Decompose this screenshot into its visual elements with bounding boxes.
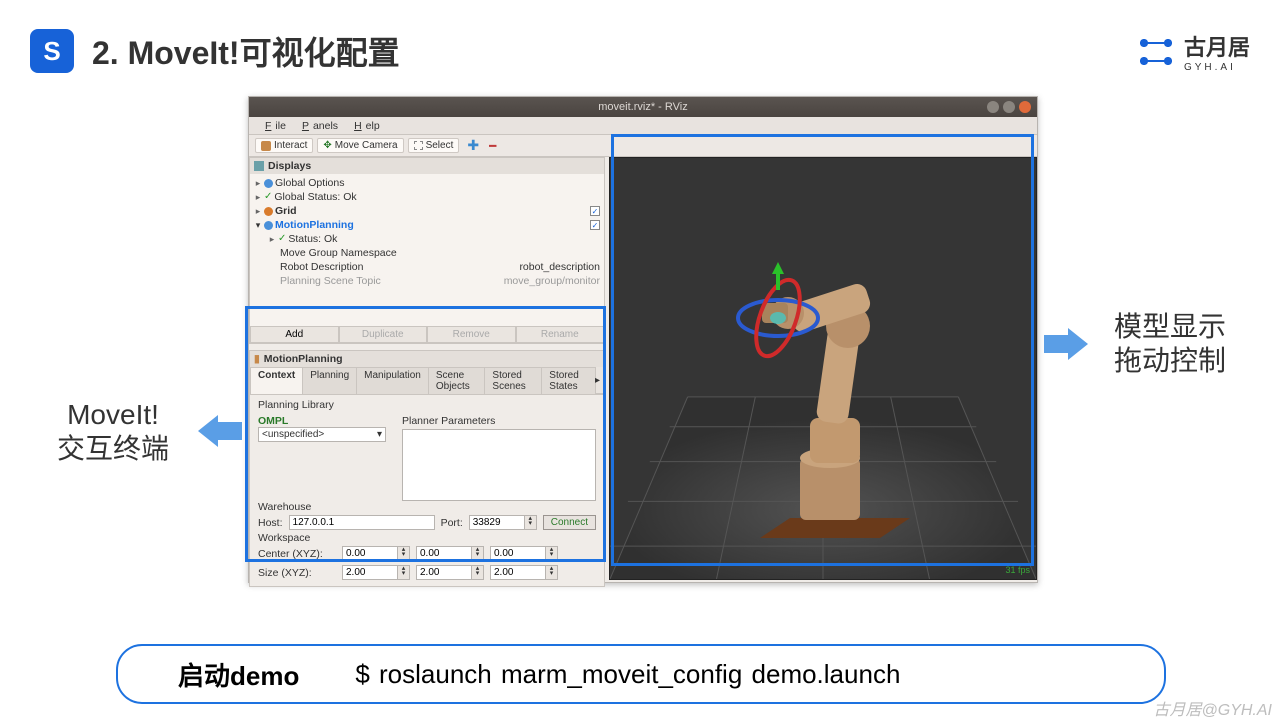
tab-scene-objects[interactable]: Scene Objects bbox=[428, 367, 486, 394]
remove-tool-icon[interactable]: ━ bbox=[487, 139, 498, 153]
motionplanning-checkbox[interactable]: ✓ bbox=[590, 220, 600, 230]
select-button[interactable]: Select bbox=[408, 138, 460, 153]
logo-glyph-icon bbox=[1138, 37, 1176, 67]
arrow-left-icon bbox=[198, 415, 242, 447]
menu-panels[interactable]: Panels bbox=[294, 120, 342, 132]
size-label: Size (XYZ): bbox=[258, 567, 336, 579]
logo-text: 古月居 bbox=[1184, 30, 1250, 62]
command-box: 启动demo $ roslaunch marm_moveit_config de… bbox=[116, 644, 1166, 704]
warehouse-label: Warehouse bbox=[258, 501, 596, 513]
size-y-input[interactable] bbox=[416, 565, 472, 580]
interact-button[interactable]: Interact bbox=[255, 138, 313, 153]
select-icon bbox=[414, 141, 423, 150]
grid-checkbox[interactable]: ✓ bbox=[590, 206, 600, 216]
window-titlebar[interactable]: moveit.rviz* - RViz bbox=[249, 97, 1037, 117]
planner-select[interactable]: <unspecified>▾ bbox=[258, 427, 386, 442]
watermark: 古月居@GYH.AI bbox=[1154, 696, 1272, 720]
planning-library-label: Planning Library bbox=[258, 399, 596, 411]
center-y-input[interactable] bbox=[416, 546, 472, 561]
menu-file[interactable]: File bbox=[257, 120, 290, 132]
rename-button[interactable]: Rename bbox=[516, 327, 605, 343]
displays-panel: Displays ▸Global Options ▸✓Global Status… bbox=[249, 157, 605, 344]
menu-help[interactable]: Help bbox=[346, 120, 384, 132]
tab-stored-states[interactable]: Stored States bbox=[541, 367, 596, 394]
duplicate-button[interactable]: Duplicate bbox=[339, 327, 428, 343]
motionplanning-panel: ▮MotionPlanning Context Planning Manipul… bbox=[249, 350, 605, 587]
tab-scroll-icon[interactable]: ▸ bbox=[595, 375, 600, 386]
slide-title: 2. MoveIt!可视化配置 bbox=[92, 28, 400, 74]
size-x-input[interactable] bbox=[342, 565, 398, 580]
callout-left: MoveIt!交互终端 bbox=[38, 398, 188, 466]
slide-header: S 2. MoveIt!可视化配置 bbox=[0, 0, 1280, 84]
displays-header[interactable]: Displays bbox=[250, 158, 604, 174]
maximize-icon[interactable] bbox=[1003, 101, 1015, 113]
center-label: Center (XYZ): bbox=[258, 548, 336, 560]
ompl-label: OMPL bbox=[258, 415, 390, 427]
fps-label: 31 fps bbox=[1005, 565, 1030, 575]
callout-right: 模型显示拖动控制 bbox=[1090, 310, 1250, 378]
brand-logo: 古月居 GYH.AI bbox=[1138, 30, 1250, 73]
chevron-down-icon: ▾ bbox=[377, 429, 382, 440]
interact-icon bbox=[261, 141, 271, 151]
center-z-input[interactable] bbox=[490, 546, 546, 561]
robot-arm-model[interactable] bbox=[670, 218, 970, 558]
mp-header[interactable]: ▮MotionPlanning bbox=[250, 351, 604, 367]
add-tool-icon[interactable]: ✚ bbox=[463, 137, 483, 154]
port-input[interactable] bbox=[469, 515, 525, 530]
slide-icon: S bbox=[30, 29, 74, 73]
menu-bar: File Panels Help bbox=[249, 117, 1037, 135]
port-spinner[interactable]: ▴▾ bbox=[525, 515, 537, 530]
connect-button[interactable]: Connect bbox=[543, 515, 596, 530]
mp-tabs: Context Planning Manipulation Scene Obje… bbox=[250, 367, 604, 395]
tab-context[interactable]: Context bbox=[250, 367, 303, 394]
panel-icon bbox=[254, 161, 264, 171]
workspace-label: Workspace bbox=[258, 532, 596, 544]
tab-planning[interactable]: Planning bbox=[302, 367, 357, 394]
center-x-input[interactable] bbox=[342, 546, 398, 561]
planner-params-label: Planner Parameters bbox=[402, 415, 596, 427]
minimize-icon[interactable] bbox=[987, 101, 999, 113]
3d-viewport[interactable]: 31 fps bbox=[609, 157, 1037, 580]
move-camera-button[interactable]: ✥Move Camera bbox=[317, 138, 403, 153]
size-z-input[interactable] bbox=[490, 565, 546, 580]
port-label: Port: bbox=[441, 517, 463, 529]
host-label: Host: bbox=[258, 517, 283, 529]
close-icon[interactable] bbox=[1019, 101, 1031, 113]
tab-stored-scenes[interactable]: Stored Scenes bbox=[484, 367, 542, 394]
remove-button[interactable]: Remove bbox=[427, 327, 516, 343]
arrow-right-icon bbox=[1044, 328, 1088, 360]
host-input[interactable] bbox=[289, 515, 435, 530]
add-button[interactable]: Add bbox=[250, 327, 339, 343]
command-label: 启动demo bbox=[178, 656, 299, 693]
tab-manipulation[interactable]: Manipulation bbox=[356, 367, 429, 394]
window-title: moveit.rviz* - RViz bbox=[598, 101, 687, 113]
rviz-window: moveit.rviz* - RViz File Panels Help Int… bbox=[248, 96, 1038, 583]
planner-params-box[interactable] bbox=[402, 429, 596, 501]
command-text: $ roslaunch marm_moveit_config demo.laun… bbox=[355, 659, 900, 690]
displays-tree[interactable]: ▸Global Options ▸✓Global Status: Ok ▸Gri… bbox=[250, 174, 604, 290]
logo-sub: GYH.AI bbox=[1184, 62, 1250, 73]
toolbar: Interact ✥Move Camera Select ✚ ━ bbox=[249, 135, 1037, 157]
